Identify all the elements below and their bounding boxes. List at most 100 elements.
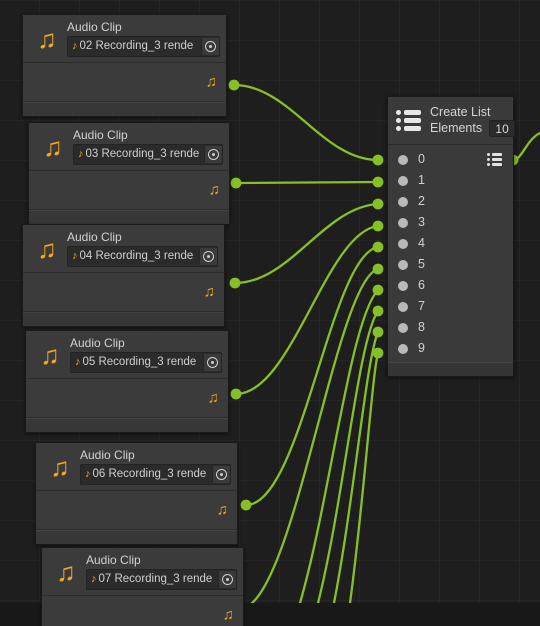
create-list-footer [388,362,513,376]
list-item[interactable]: 1 [388,170,513,191]
list-item[interactable]: 0 [388,149,513,170]
node-header: ♫ Audio Clip ♪ 06 Recording_3 rende [36,443,237,491]
object-picker-icon[interactable] [203,354,221,371]
node-header: ♫ Audio Clip ♪ 04 Recording_3 rende [23,225,224,273]
music-note-icon: ♫ [208,181,220,199]
port-index-label: 9 [418,341,425,356]
object-field-value: 02 Recording_3 rende [79,40,194,52]
node-header: ♫ Audio Clip ♪ 03 Recording_3 rende [29,123,229,171]
node-body: ♫ [42,596,243,626]
music-note-icon: ♫ [216,501,228,519]
list-item[interactable]: 2 [388,191,513,212]
music-note-icon: ♪ [72,40,78,52]
input-port[interactable] [398,322,408,333]
object-field-value: 06 Recording_3 rende [92,468,207,480]
node-title: Audio Clip [86,553,141,567]
object-field-value: 05 Recording_3 rende [82,356,197,368]
object-picker-icon[interactable] [204,146,222,163]
audio-clip-node[interactable]: ♫ Audio Clip ♪ 07 Recording_3 rende ♫ [41,547,244,626]
list-item[interactable]: 7 [388,296,513,317]
create-list-header: Create List Elements 10 [388,97,516,145]
list-item[interactable]: 3 [388,212,513,233]
input-port[interactable] [398,154,408,165]
music-note-icon: ♫ [207,389,219,407]
input-port[interactable] [398,196,408,207]
object-field[interactable]: ♪ 03 Recording_3 rende [73,144,223,165]
node-title: Audio Clip [73,128,128,142]
music-note-icon: ♫ [203,283,215,301]
list-item[interactable]: 8 [388,317,513,338]
port-index-label: 2 [418,194,425,209]
port-index-label: 5 [418,257,425,272]
node-header: ♫ Audio Clip ♪ 02 Recording_3 rende [23,15,226,63]
node-body: ♫ [26,379,228,418]
port-index-label: 1 [418,173,425,188]
node-title: Audio Clip [70,336,125,350]
input-port[interactable] [398,238,408,249]
object-field[interactable]: ♪ 04 Recording_3 rende [67,246,218,267]
port-index-label: 8 [418,320,425,335]
music-note-icon: ♫ [43,131,63,162]
music-note-icon: ♪ [78,148,84,160]
object-field[interactable]: ♪ 02 Recording_3 rende [67,36,220,57]
object-picker-icon[interactable] [212,466,230,483]
node-footer [23,102,226,116]
list-item[interactable]: 5 [388,254,513,275]
music-note-icon: ♫ [37,23,57,54]
object-field-value: 07 Recording_3 rende [98,573,213,585]
elements-count-input[interactable]: 10 [489,119,516,137]
object-picker-icon[interactable] [218,571,236,588]
create-list-title-line2: Elements [430,120,483,135]
node-header: ♫ Audio Clip ♪ 07 Recording_3 rende [42,548,243,596]
music-note-icon: ♫ [50,451,70,482]
music-note-icon: ♪ [91,573,97,585]
port-index-label: 7 [418,299,425,314]
create-list-port-list: 0 1 2 3 4 5 6 7 8 9 [388,145,513,362]
node-title: Audio Clip [67,20,122,34]
music-note-icon: ♫ [40,339,60,370]
input-port[interactable] [398,343,408,354]
input-port[interactable] [398,259,408,270]
list-item[interactable]: 6 [388,275,513,296]
music-note-icon: ♫ [37,233,57,264]
input-port[interactable] [398,280,408,291]
create-list-node[interactable]: Create List Elements 10 0 1 2 3 4 5 6 7 … [387,96,516,377]
object-picker-icon[interactable] [201,38,219,55]
list-item[interactable]: 4 [388,233,513,254]
list-item[interactable]: 9 [388,338,513,359]
port-index-label: 0 [418,152,425,167]
object-field[interactable]: ♪ 06 Recording_3 rende [80,464,231,485]
port-index-label: 3 [418,215,425,230]
node-footer [23,312,224,326]
audio-clip-node[interactable]: ♫ Audio Clip ♪ 04 Recording_3 rende ♫ [22,224,225,327]
music-note-icon: ♫ [56,556,76,587]
node-footer [29,210,229,224]
music-note-icon: ♫ [222,606,234,624]
object-picker-icon[interactable] [199,248,217,265]
create-list-title-line1: Create List [430,104,491,119]
node-body: ♫ [29,171,229,210]
input-port[interactable] [398,301,408,312]
input-port[interactable] [398,175,408,186]
music-note-icon: ♪ [75,356,81,368]
port-index-label: 4 [418,236,425,251]
object-field-value: 03 Recording_3 rende [85,148,200,160]
node-graph-editor[interactable]: ♫ Audio Clip ♪ 02 Recording_3 rende ♫ ♫ … [0,0,540,626]
object-field[interactable]: ♪ 05 Recording_3 rende [70,352,222,373]
audio-clip-node[interactable]: ♫ Audio Clip ♪ 06 Recording_3 rende ♫ [35,442,238,545]
object-field[interactable]: ♪ 07 Recording_3 rende [86,569,237,590]
music-note-icon: ♪ [85,468,91,480]
input-port[interactable] [398,217,408,228]
node-footer [26,418,228,432]
audio-clip-node[interactable]: ♫ Audio Clip ♪ 02 Recording_3 rende ♫ [22,14,227,117]
node-header: ♫ Audio Clip ♪ 05 Recording_3 rende [26,331,228,379]
port-index-label: 6 [418,278,425,293]
audio-clip-node[interactable]: ♫ Audio Clip ♪ 03 Recording_3 rende ♫ [28,122,230,225]
object-field-value: 04 Recording_3 rende [79,250,194,262]
node-footer [36,530,237,544]
node-title: Audio Clip [80,448,135,462]
node-title: Audio Clip [67,230,122,244]
music-note-icon: ♫ [205,73,217,91]
audio-clip-node[interactable]: ♫ Audio Clip ♪ 05 Recording_3 rende ♫ [25,330,229,433]
node-body: ♫ [36,491,237,530]
